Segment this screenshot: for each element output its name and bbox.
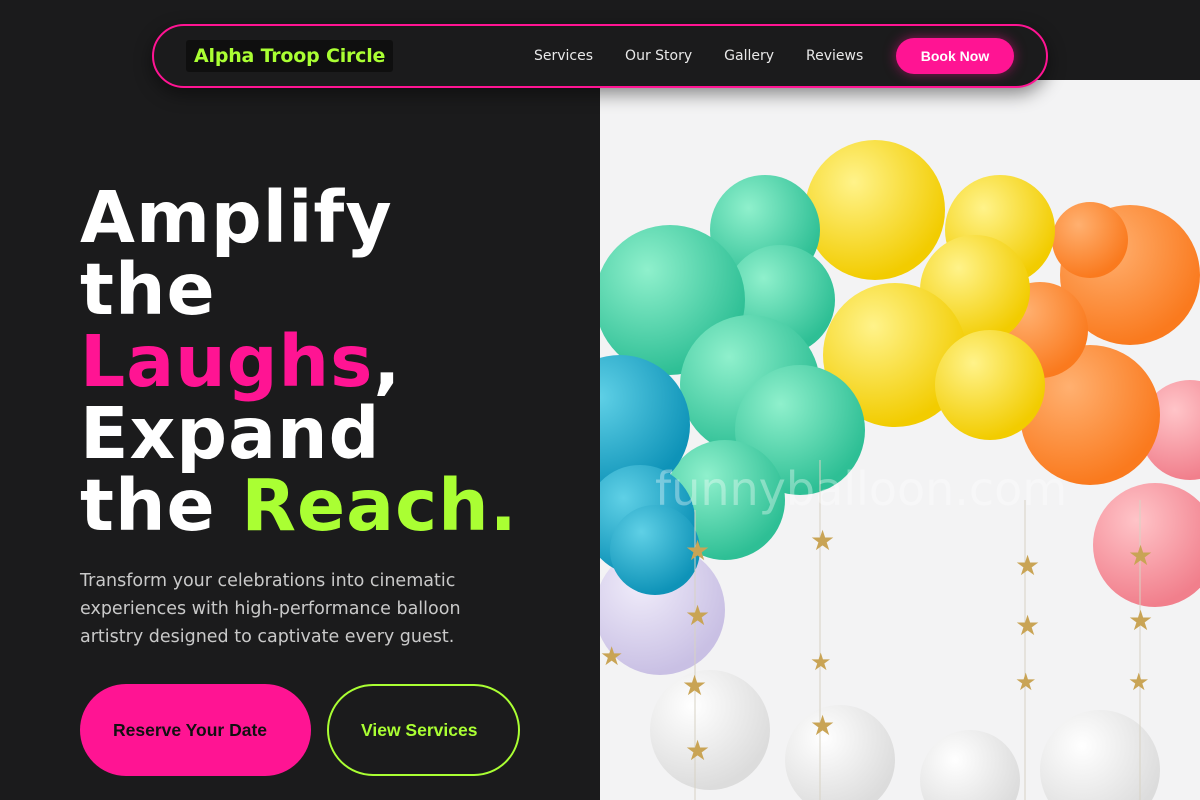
view-services-button[interactable]: View Services [327,684,520,776]
balloon [1052,202,1128,278]
headline-line-1: Amplify [80,176,393,259]
headline-line-3: Laughs, [80,326,580,398]
nav-link-our-story[interactable]: Our Story [625,48,692,64]
star: ★ [685,599,710,632]
balloon [650,670,770,790]
headline-line-5: the Reach. [80,470,580,542]
star: ★ [1015,609,1040,642]
star: ★ [682,669,707,702]
balloon [805,140,945,280]
star: ★ [685,734,710,767]
hero-balloon-image: ★ ★ ★ ★ ★ ★ ★ ★ ★ ★ ★ ★ ★ ★ funnyballoon… [600,80,1200,800]
headline-accent-laughs: Laughs [80,320,374,403]
star: ★ [1015,668,1037,696]
star: ★ [1128,604,1153,637]
star: ★ [600,642,623,672]
headline-line-2: the [80,248,216,331]
star: ★ [810,524,835,557]
star: ★ [685,534,710,567]
star: ★ [1128,539,1153,572]
headline-the: the [80,464,242,547]
reserve-date-button[interactable]: Reserve Your Date [80,684,311,776]
image-watermark: funnyballoon.com [655,462,1067,516]
brand-logo[interactable]: Alpha Troop Circle [186,40,394,72]
nav-link-reviews[interactable]: Reviews [806,48,863,64]
headline-accent-reach: Reach. [241,464,518,547]
star: ★ [1128,668,1150,696]
star: ★ [1015,549,1040,582]
top-navbar: Alpha Troop Circle Services Our Story Ga… [152,24,1048,88]
star: ★ [810,648,832,676]
book-now-button[interactable]: Book Now [896,38,1014,74]
star: ★ [810,709,835,742]
hero-description: Transform your celebrations into cinemat… [80,571,461,647]
hero-headline: Amplify the Laughs, Expand the Reach. [80,182,580,542]
balloon [935,330,1045,440]
headline-line-4: Expand [80,392,381,475]
nav-link-gallery[interactable]: Gallery [724,48,774,64]
headline-comma: , [373,320,402,403]
nav-link-services[interactable]: Services [534,48,593,64]
nav-links: Services Our Story Gallery Reviews [534,26,895,86]
